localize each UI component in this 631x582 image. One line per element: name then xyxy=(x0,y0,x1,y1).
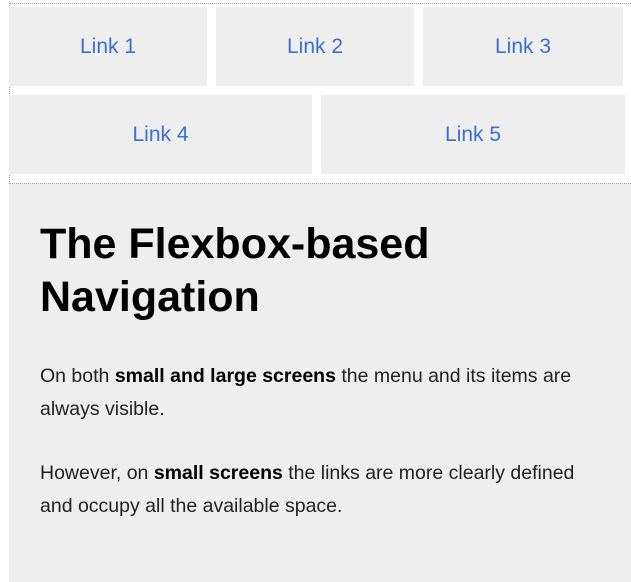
content-panel: The Flexbox-based Navigation On both sma… xyxy=(9,184,631,582)
paragraph-2-intro: However, on xyxy=(40,462,154,484)
nav-link-1[interactable]: Link 1 xyxy=(9,7,207,86)
description-paragraph-2: However, on small screens the links are … xyxy=(40,457,610,523)
paragraph-2-emphasis: small screens xyxy=(153,462,283,484)
nav-row-bottom: Link 4 Link 5 xyxy=(9,95,631,174)
nav-link-2[interactable]: Link 2 xyxy=(216,7,414,86)
description-paragraph-1: On both small and large screens the menu… xyxy=(40,360,610,426)
nav-link-4[interactable]: Link 4 xyxy=(9,95,312,174)
page-title: The Flexbox-based Navigation xyxy=(40,220,430,321)
nav-link-5[interactable]: Link 5 xyxy=(321,95,625,174)
paragraph-1-emphasis: small and large screens xyxy=(114,365,336,387)
page: Link 1 Link 2 Link 3 Link 4 Link 5 The F… xyxy=(0,0,631,582)
paragraph-1-intro: On both xyxy=(40,365,115,387)
nav-link-3[interactable]: Link 3 xyxy=(423,7,623,86)
nav-row-top: Link 1 Link 2 Link 3 xyxy=(9,7,631,86)
